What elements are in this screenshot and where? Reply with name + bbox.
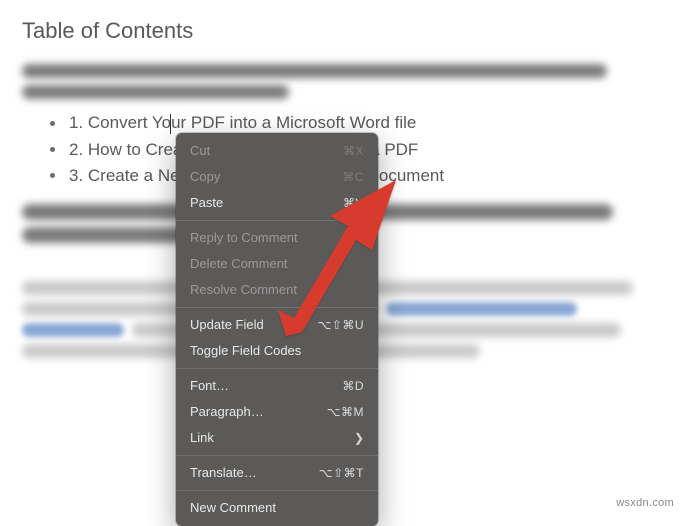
menu-label: Update Field [190,316,264,334]
shortcut-label: ⌥⇧⌘T [319,464,364,482]
toc-item[interactable]: 1. Convert Your PDF into a Microsoft Wor… [22,113,658,134]
menu-toggle-field-codes[interactable]: Toggle Field Codes [176,338,378,364]
context-menu: Cut ⌘X Copy ⌘C Paste ⌘V Reply to Comment… [176,133,378,526]
menu-translate[interactable]: Translate… ⌥⇧⌘T [176,460,378,486]
menu-label: Paste [190,194,223,212]
menu-link[interactable]: Link ❯ [176,425,378,451]
menu-separator [176,490,378,491]
shortcut-label: ⌥⇧⌘U [317,316,364,334]
menu-copy: Copy ⌘C [176,164,378,190]
menu-label: Toggle Field Codes [190,342,301,360]
menu-paragraph[interactable]: Paragraph… ⌥⌘M [176,399,378,425]
shortcut-label: ⌘D [342,377,364,395]
shortcut-label: ⌥⌘M [327,403,364,421]
menu-label: Delete Comment [190,255,288,273]
menu-separator [176,455,378,456]
menu-label: Reply to Comment [190,229,298,247]
shortcut-label: ⌘V [343,194,364,212]
menu-label: Link [190,429,214,447]
toc-item-label: 1. Convert Your PDF into a Microsoft Wor… [69,113,416,134]
watermark: wsxdn.com [616,497,674,509]
bullet-icon [50,173,55,178]
menu-update-field[interactable]: Update Field ⌥⇧⌘U [176,312,378,338]
blurred-heading-1 [22,64,658,99]
menu-separator [176,368,378,369]
bullet-icon [50,147,55,152]
menu-label: Copy [190,168,220,186]
menu-label: Font… [190,377,229,395]
menu-paste[interactable]: Paste ⌘V [176,190,378,216]
menu-font[interactable]: Font… ⌘D [176,373,378,399]
menu-resolve-comment: Resolve Comment [176,277,378,303]
menu-label: Translate… [190,464,257,482]
shortcut-label: ⌘C [342,168,364,186]
menu-label: Cut [190,142,210,160]
toc-heading: Table of Contents [22,18,658,44]
menu-separator [176,220,378,221]
bullet-icon [50,121,55,126]
text-cursor [170,114,171,134]
shortcut-label: ⌘X [343,142,364,160]
menu-label: New Comment [190,499,276,517]
menu-separator [176,307,378,308]
menu-new-comment[interactable]: New Comment [176,495,378,521]
menu-reply-comment: Reply to Comment [176,225,378,251]
menu-label: Paragraph… [190,403,264,421]
menu-delete-comment: Delete Comment [176,251,378,277]
menu-label: Resolve Comment [190,281,297,299]
menu-cut: Cut ⌘X [176,138,378,164]
chevron-right-icon: ❯ [354,429,364,447]
